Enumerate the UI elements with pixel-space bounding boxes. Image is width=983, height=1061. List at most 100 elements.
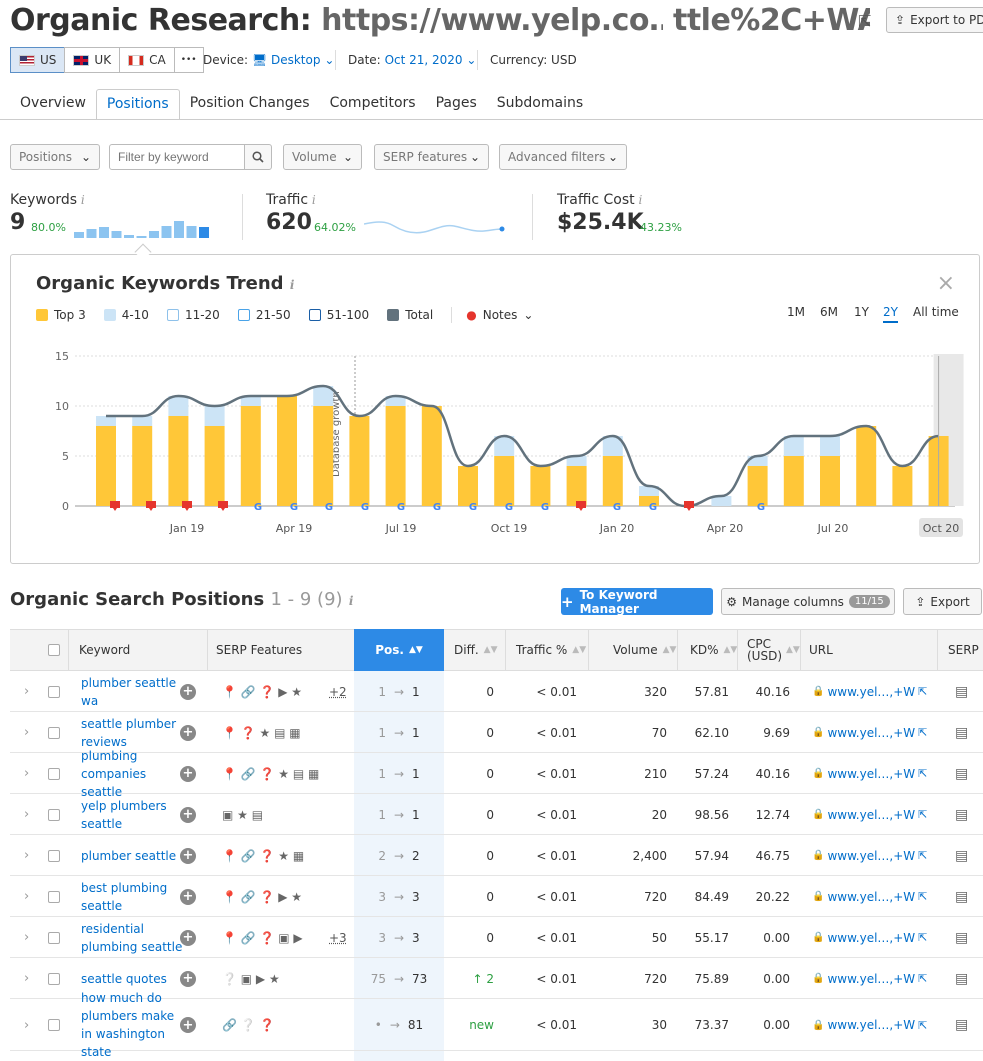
url-link[interactable]: www.yel…,+W [827, 767, 915, 781]
add-keyword-icon[interactable]: + [180, 806, 196, 823]
period-6m[interactable]: 6M [820, 305, 838, 319]
url-link[interactable]: www.yel…,+W [827, 1018, 915, 1032]
db-uk-button[interactable]: UK [64, 47, 121, 73]
add-keyword-icon[interactable]: + [180, 724, 196, 741]
select-all-checkbox[interactable] [48, 644, 60, 656]
serp-snapshot-icon[interactable]: ▤ [955, 876, 968, 917]
col-diff[interactable]: Diff. ▲▼ [454, 630, 498, 670]
expand-row-icon[interactable]: › [24, 958, 29, 999]
url-link[interactable]: www.yel…,+W [827, 931, 915, 945]
tab-competitors[interactable]: Competitors [320, 89, 426, 120]
tab-pages[interactable]: Pages [426, 89, 487, 120]
tab-positions[interactable]: Positions [95, 89, 180, 120]
external-link-icon[interactable]: ⇱ [918, 972, 927, 985]
tab-overview[interactable]: Overview [10, 89, 96, 120]
url-link[interactable]: www.yel…,+W [827, 890, 915, 904]
manage-columns-button[interactable]: ⚙ Manage columns 11/15 [721, 588, 895, 615]
serp-snapshot-icon[interactable]: ▤ [955, 753, 968, 794]
date-selector[interactable]: Date: Oct 21, 2020 ⌄ [348, 53, 476, 67]
row-checkbox[interactable] [48, 685, 60, 698]
period-all-time[interactable]: All time [913, 305, 959, 319]
keyword-link[interactable]: plumber seattle wa [81, 671, 185, 712]
row-checkbox[interactable] [48, 767, 60, 780]
volume-filter[interactable]: Volume ⌄ [283, 144, 362, 170]
url-link[interactable]: www.yel…,+W [827, 808, 915, 822]
external-link-icon[interactable]: ⇱ [918, 1019, 927, 1032]
col-traffic[interactable]: Traffic % ▲▼ [516, 630, 586, 670]
col-cpc[interactable]: CPC (USD) ▲▼ [747, 630, 800, 670]
add-keyword-icon[interactable]: + [180, 683, 196, 700]
serp-snapshot-icon[interactable]: ▤ [955, 917, 968, 958]
keyword-link[interactable]: residential plumbing seattle [81, 917, 185, 958]
serp-snapshot-icon[interactable]: ▤ [955, 835, 968, 876]
serp-snapshot-icon[interactable]: ▤ [955, 794, 968, 835]
add-keyword-icon[interactable]: + [180, 888, 196, 905]
legend-4-10[interactable]: 4-10 [103, 308, 149, 322]
url-link[interactable]: www.yel…,+W [827, 726, 915, 740]
external-link-icon[interactable]: ⇱ [918, 767, 927, 780]
external-link-icon[interactable]: ⇱ [918, 808, 927, 821]
serp-snapshot-icon[interactable]: ▤ [955, 958, 968, 999]
keyword-filter-input[interactable] [109, 144, 245, 170]
row-checkbox[interactable] [48, 849, 60, 862]
device-selector[interactable]: Device: 🖥 Desktop ⌄ [203, 53, 334, 67]
more-databases-button[interactable]: ••• [173, 47, 204, 73]
keyword-link[interactable]: how much do plumbers make in washington … [81, 991, 185, 1059]
legend-21-50[interactable]: 21-50 [237, 308, 291, 322]
more-serp-features[interactable]: +3 [329, 917, 347, 958]
tab-subdomains[interactable]: Subdomains [487, 89, 593, 120]
expand-row-icon[interactable]: › [24, 671, 29, 712]
period-1m[interactable]: 1M [787, 305, 805, 319]
row-checkbox[interactable] [48, 808, 60, 821]
url-link[interactable]: www.yel…,+W [827, 685, 915, 699]
col-keyword[interactable]: Keyword [79, 630, 130, 670]
export-button[interactable]: ⇪ Export [903, 588, 982, 615]
add-keyword-icon[interactable]: + [180, 1017, 196, 1033]
expand-row-icon[interactable]: › [24, 753, 29, 794]
row-checkbox[interactable] [48, 890, 60, 903]
tab-position-changes[interactable]: Position Changes [180, 89, 320, 120]
col-volume[interactable]: Volume ▲▼ [613, 630, 676, 670]
external-link-icon[interactable]: ⇱ [858, 12, 871, 31]
serp-snapshot-icon[interactable]: ▤ [955, 999, 968, 1051]
serp-snapshot-icon[interactable]: ▤ [955, 712, 968, 753]
row-checkbox[interactable] [48, 972, 60, 985]
legend-11-20[interactable]: 11-20 [166, 308, 220, 322]
row-checkbox[interactable] [48, 1019, 60, 1031]
keyword-link[interactable]: plumbing companies seattle [81, 749, 185, 799]
add-keyword-icon[interactable]: + [180, 929, 196, 946]
col-position[interactable]: Pos. ▲▼ [354, 629, 444, 671]
more-serp-features[interactable]: +2 [329, 671, 347, 712]
external-link-icon[interactable]: ⇱ [918, 685, 927, 698]
notes-dropdown[interactable]: ● Notes ⌄ [466, 308, 533, 322]
expand-row-icon[interactable]: › [24, 999, 29, 1051]
expand-row-icon[interactable]: › [24, 835, 29, 876]
external-link-icon[interactable]: ⇱ [918, 849, 927, 862]
url-link[interactable]: www.yel…,+W [827, 972, 915, 986]
keyword-link[interactable]: best plumbing seattle [81, 876, 185, 917]
legend-51-100[interactable]: 51-100 [308, 308, 369, 322]
col-kd[interactable]: KD% ▲▼ [690, 630, 737, 670]
expand-row-icon[interactable]: › [24, 712, 29, 753]
url-link[interactable]: www.yel…,+W [827, 849, 915, 863]
add-keyword-icon[interactable]: + [180, 847, 196, 864]
period-1y[interactable]: 1Y [854, 305, 869, 319]
add-keyword-icon[interactable]: + [180, 970, 196, 987]
keyword-link[interactable]: yelp plumbers seattle [81, 794, 185, 835]
positions-filter[interactable]: Positions ⌄ [10, 144, 100, 170]
db-ca-button[interactable]: CA [119, 47, 175, 73]
export-pdf-button[interactable]: ⇪ Export to PDF [886, 7, 983, 33]
close-icon[interactable]: × [937, 271, 955, 296]
add-keyword-icon[interactable]: + [180, 765, 196, 782]
serp-snapshot-icon[interactable]: ▤ [955, 671, 968, 712]
serp-features-filter[interactable]: SERP features ⌄ [374, 144, 489, 170]
external-link-icon[interactable]: ⇱ [918, 931, 927, 944]
row-checkbox[interactable] [48, 726, 60, 739]
expand-row-icon[interactable]: › [24, 794, 29, 835]
expand-row-icon[interactable]: › [24, 917, 29, 958]
search-button[interactable] [244, 144, 272, 170]
db-us-button[interactable]: US [10, 47, 66, 73]
keyword-link[interactable]: plumber seattle [81, 835, 185, 876]
to-keyword-manager-button[interactable]: + To Keyword Manager [561, 588, 713, 616]
expand-row-icon[interactable]: › [24, 876, 29, 917]
